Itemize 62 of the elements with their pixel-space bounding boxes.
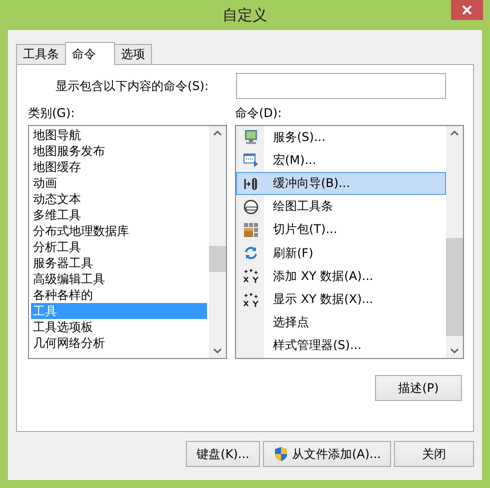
dialog-button[interactable]: 关闭	[394, 441, 474, 467]
list-item[interactable]: 工具选项板	[31, 319, 207, 335]
tile-package-icon	[243, 222, 259, 238]
refresh-icon	[243, 245, 259, 262]
dialog-button[interactable]: 从文件添加(A)...	[263, 441, 391, 467]
scroll-down-icon	[450, 348, 459, 354]
item-label: 服务(S)...	[272, 128, 326, 146]
item-label: 选择点	[272, 314, 309, 332]
scroll-thumb[interactable]	[446, 238, 463, 336]
list-item[interactable]: 选择点	[236, 312, 446, 334]
item-label: 显示 XY 数据(X)...	[272, 291, 374, 308]
dialog-button[interactable]: 键盘(K)...	[186, 441, 260, 467]
scroll-thumb[interactable]	[209, 246, 226, 272]
list-item[interactable]: 切片包(T)...	[236, 218, 446, 242]
scroll-up-icon	[213, 130, 222, 136]
list-item[interactable]: 服务器工具	[31, 255, 207, 271]
list-item[interactable]: 各种各样的	[31, 287, 207, 303]
list-item[interactable]: 几何网络分析	[31, 335, 207, 351]
item-label: 刷新(F)	[272, 244, 314, 262]
item-label: 绘图工具条	[272, 198, 333, 216]
window-title: 自定义	[222, 6, 268, 24]
list-item[interactable]: 刷新(F)	[236, 242, 446, 264]
tab[interactable]: 命令	[65, 42, 115, 65]
list-item[interactable]: 添加 XY 数据(A)...	[236, 265, 446, 288]
close-button[interactable]	[451, 0, 483, 20]
window-icon	[243, 152, 259, 168]
item-label: 添加 XY 数据(A)...	[272, 268, 374, 285]
list-item[interactable]: 动画	[31, 175, 207, 191]
list-item[interactable]: 样式管理器(S)...	[236, 334, 446, 358]
list-label: 类别(G):	[28, 105, 76, 122]
list-item[interactable]: 地图服务发布	[31, 143, 207, 159]
circle-icon	[243, 198, 259, 215]
list-item[interactable]: 绘图工具条	[236, 196, 446, 218]
scroll-up-icon	[450, 130, 459, 136]
item-label: 宏(M)...	[272, 152, 316, 169]
monitor-icon	[243, 129, 259, 146]
close-icon	[462, 5, 472, 15]
item-label: 缓冲向导(B)...	[272, 175, 350, 192]
list-item[interactable]: 服务(S)...	[236, 126, 446, 148]
buffer-icon	[243, 176, 259, 192]
list-item[interactable]: 缓冲向导(B)...	[236, 172, 446, 195]
search-label: 显示包含以下内容的命令(S):	[54, 78, 210, 94]
list-item[interactable]: 地图导航	[31, 127, 207, 143]
item-label: 切片包(T)...	[272, 221, 338, 238]
list-item[interactable]: 分析工具	[31, 239, 207, 255]
xy-icon	[243, 292, 259, 308]
shield-icon	[272, 446, 289, 462]
tab[interactable]: 工具条	[16, 44, 66, 64]
scroll-down-icon	[213, 348, 222, 354]
item-label: 样式管理器(S)...	[272, 337, 362, 354]
list-item[interactable]: 宏(M)...	[236, 149, 446, 172]
list-item[interactable]: 显示 XY 数据(X)...	[236, 288, 446, 311]
search-field[interactable]	[236, 73, 446, 99]
list-label: 命令(D):	[235, 105, 283, 122]
tab[interactable]: 选项	[114, 44, 152, 64]
list-item[interactable]: 分布式地理数据库	[31, 223, 207, 239]
list-item[interactable]: 地图缓存	[31, 159, 207, 175]
describe-button[interactable]: 描述(P)	[375, 375, 462, 401]
list-item[interactable]: 多维工具	[31, 207, 207, 223]
list-item[interactable]: 高级编辑工具	[31, 271, 207, 287]
xy-icon	[243, 268, 259, 284]
list-item[interactable]: 动态文本	[31, 191, 207, 207]
